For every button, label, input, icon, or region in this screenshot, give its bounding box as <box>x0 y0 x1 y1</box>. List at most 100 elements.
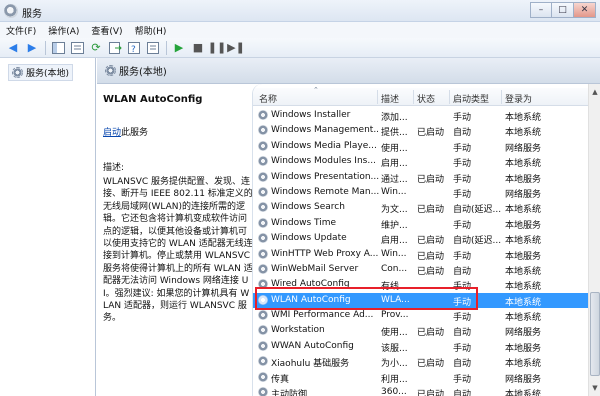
properties-icon[interactable] <box>146 41 160 55</box>
table-row[interactable]: Windows Modules Ins... 启用... 手动 本地系统 <box>253 154 589 169</box>
service-description: 360... <box>381 387 407 396</box>
svg-text:?: ? <box>131 45 136 54</box>
column-divider[interactable] <box>449 90 450 104</box>
show-hide-tree-icon[interactable] <box>51 41 65 55</box>
service-description: 利用... <box>381 374 408 385</box>
service-name: Workstation <box>271 325 325 336</box>
scroll-up-icon[interactable]: ▲ <box>590 86 600 98</box>
table-row[interactable]: Windows Media Playe... 使用... 手动 网络服务 <box>253 139 589 154</box>
service-logon: 本地系统 <box>505 128 542 139</box>
close-button[interactable]: ✕ <box>574 2 596 18</box>
services-app-icon <box>4 4 18 18</box>
column-header-logon-as[interactable]: 登录为 <box>505 92 532 105</box>
column-header-status[interactable]: 状态 <box>417 92 435 105</box>
service-status: 已启动 <box>417 266 445 277</box>
service-startup-type: 手动 <box>453 174 472 185</box>
service-name: 传真 <box>271 374 290 385</box>
start-service-line: 启动此服务 <box>103 125 252 138</box>
table-row[interactable]: Windows Remote Man... Win... 手动 网络服务 <box>253 185 589 200</box>
service-startup-type: 手动 <box>453 343 472 354</box>
column-divider[interactable] <box>413 90 414 104</box>
pause-service-icon[interactable]: ❚❚ <box>208 41 226 55</box>
service-name: Windows Presentation... <box>271 171 379 182</box>
service-gear-icon <box>258 387 268 396</box>
service-logon: 本地系统 <box>505 159 542 170</box>
description-text: WLANSVC 服务提供配置、发现、连接、断开与 IEEE 802.11 标准定… <box>103 177 253 324</box>
service-description: 启用... <box>381 159 408 170</box>
service-logon: 本地系统 <box>505 266 542 277</box>
help-icon[interactable]: ? <box>127 41 141 55</box>
service-gear-icon <box>258 202 268 213</box>
vertical-scrollbar[interactable]: ▲ ▼ <box>588 84 600 396</box>
service-gear-icon <box>258 263 268 274</box>
tree-item-services-local[interactable]: 服务(本地) <box>8 64 74 81</box>
table-row[interactable]: Wired AutoConfig 有线... 手动 本地系统 <box>253 277 589 292</box>
toolbar-separator <box>45 40 46 55</box>
menu-file[interactable]: 文件(F) <box>6 24 36 37</box>
service-name: Windows Management... <box>271 125 379 136</box>
table-row[interactable]: WWAN AutoConfig 该服... 手动 本地服务 <box>253 339 589 354</box>
menu-action[interactable]: 操作(A) <box>48 24 79 37</box>
service-description: Win... <box>381 248 407 259</box>
table-row[interactable]: Windows Search 为文... 已启动 自动(延迟... 本地系统 <box>253 200 589 215</box>
service-startup-type: 手动 <box>453 374 472 385</box>
service-logon: 本地系统 <box>505 236 542 247</box>
table-row[interactable]: 主动防御 360... 已启动 自动 本地系统 <box>253 385 589 396</box>
service-gear-icon <box>258 125 268 136</box>
service-startup-type: 手动 <box>453 251 472 262</box>
table-row[interactable]: Windows Update 启用... 已启动 自动(延迟... 本地系统 <box>253 231 589 246</box>
service-startup-type: 手动 <box>453 297 472 308</box>
service-startup-type: 手动 <box>453 282 472 293</box>
service-logon: 本地服务 <box>505 251 542 262</box>
column-header-description[interactable]: 描述 <box>381 92 399 105</box>
export-list-icon[interactable] <box>108 41 122 55</box>
stop-service-icon[interactable]: ■ <box>191 41 205 55</box>
scroll-down-icon[interactable]: ▼ <box>590 382 600 394</box>
service-gear-icon <box>258 217 268 228</box>
service-logon: 本地系统 <box>505 205 542 216</box>
start-service-link[interactable]: 启动 <box>103 128 121 138</box>
minimize-button[interactable]: – <box>530 2 552 18</box>
service-startup-type: 自动(延迟... <box>453 236 502 247</box>
service-startup-type: 手动 <box>453 113 472 123</box>
window-title: 服务 <box>22 9 42 20</box>
table-row[interactable]: Workstation 使用... 已启动 自动 网络服务 <box>253 323 589 338</box>
start-service-icon[interactable]: ▶ <box>172 41 186 55</box>
table-row[interactable]: Windows Time 维护... 手动 本地服务 <box>253 216 589 231</box>
service-logon: 本地系统 <box>505 297 542 308</box>
service-logon: 网络服务 <box>505 328 542 339</box>
service-gear-icon <box>258 294 268 305</box>
menu-help[interactable]: 帮助(H) <box>135 24 167 37</box>
table-row-selected[interactable]: WLAN AutoConfig WLA... 手动 本地系统 <box>253 292 589 309</box>
service-startup-type: 自动 <box>453 328 472 339</box>
service-description: 使用... <box>381 328 408 339</box>
maximize-button[interactable]: □ <box>552 2 574 18</box>
refresh-icon[interactable]: ⟳ <box>89 41 103 55</box>
column-divider[interactable] <box>501 90 502 104</box>
service-description: Con... <box>381 263 408 274</box>
table-row[interactable]: 传真 利用... 手动 网络服务 <box>253 370 589 385</box>
table-row[interactable]: Windows Installer 添加... 手动 本地系统 <box>253 108 589 123</box>
service-name: WLAN AutoConfig <box>271 294 351 305</box>
column-header-name[interactable]: 名称 <box>259 92 277 105</box>
forward-arrow-icon[interactable]: ▶ <box>25 41 39 55</box>
table-row[interactable]: WinWebMail Server Con... 已启动 自动 本地系统 <box>253 262 589 277</box>
window-controls: – □ ✕ <box>530 2 596 18</box>
table-row[interactable]: WMI Performance Ad... Prov... 手动 本地系统 <box>253 308 589 323</box>
table-row[interactable]: Windows Presentation... 通过... 已启动 手动 本地服务 <box>253 170 589 185</box>
gear-icon <box>12 67 23 78</box>
back-arrow-icon[interactable]: ◀ <box>6 41 20 55</box>
service-description: Win... <box>381 186 407 197</box>
column-header-startup-type[interactable]: 启动类型 <box>453 92 489 105</box>
column-divider[interactable] <box>377 90 378 104</box>
menu-bar: 文件(F) 操作(A) 查看(V) 帮助(H) <box>0 22 600 38</box>
list-view-icon[interactable] <box>70 41 84 55</box>
restart-service-icon[interactable]: ▶❚ <box>227 41 245 55</box>
table-row[interactable]: Xiaohulu 基础服务 为小... 已启动 自动 本地系统 <box>253 354 589 369</box>
table-row[interactable]: Windows Management... 提供... 已启动 自动 本地系统 <box>253 123 589 138</box>
scrollbar-thumb[interactable] <box>590 292 600 376</box>
table-row[interactable]: WinHTTP Web Proxy A... Win... 已启动 手动 本地服务 <box>253 247 589 262</box>
service-gear-icon <box>258 371 268 382</box>
menu-view[interactable]: 查看(V) <box>91 24 122 37</box>
service-name: WinWebMail Server <box>271 263 359 274</box>
